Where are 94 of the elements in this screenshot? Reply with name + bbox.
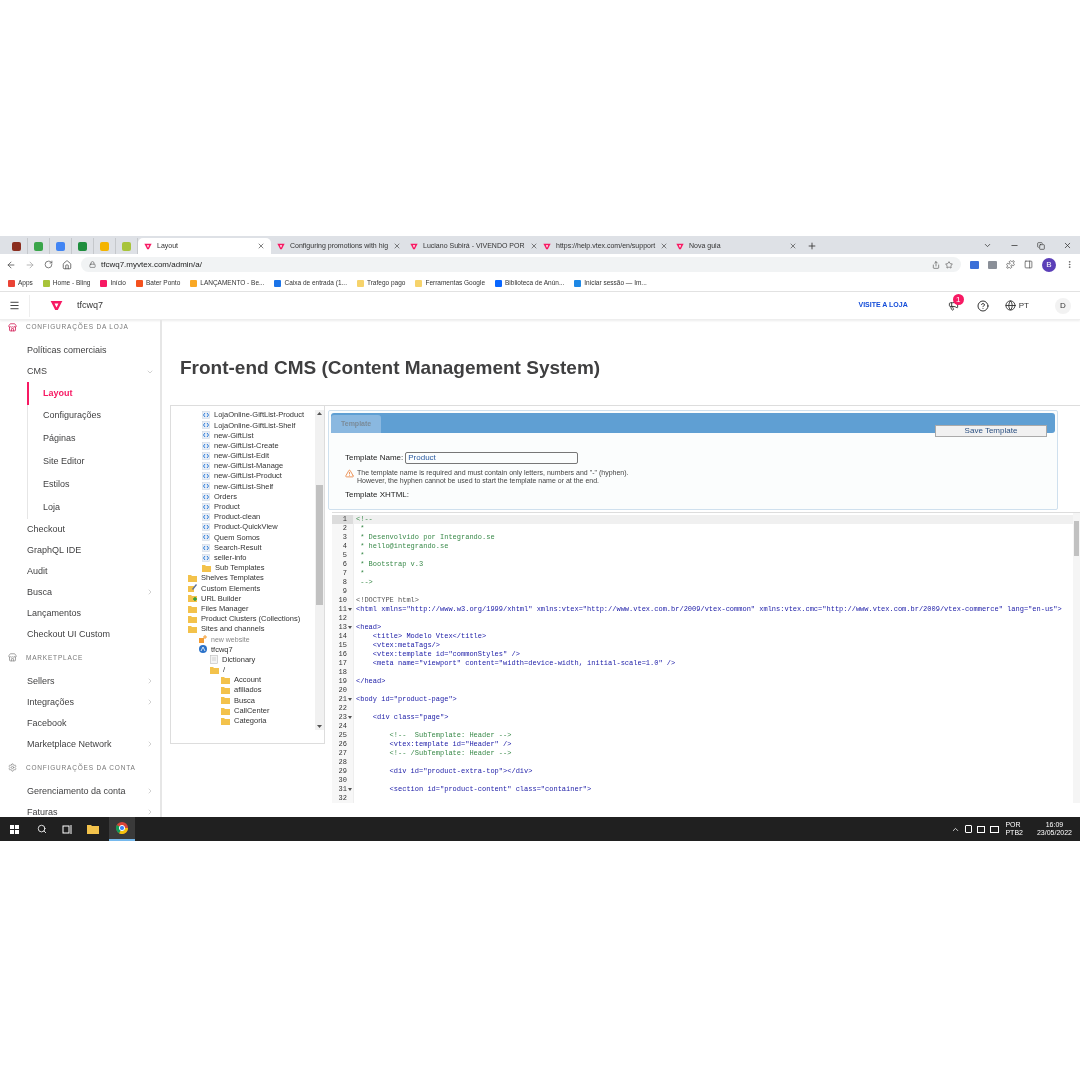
scrollbar[interactable] [1073,513,1080,803]
sidebar-item[interactable]: Gerenciamento da conta [0,780,160,802]
globe-icon [199,645,207,654]
search-icon[interactable] [37,824,47,834]
logo-icon [676,242,684,250]
settings-icon [8,763,17,773]
help-icon[interactable] [976,299,989,312]
browser-icon [116,822,128,834]
pencil-folder-icon [188,584,197,593]
sidebar-item[interactable]: CMS [0,361,160,382]
close-icon[interactable] [393,242,402,250]
sidebar-item[interactable]: Checkout UI Custom [0,623,160,645]
chevron-right-icon [146,740,154,749]
sidebar-subitem[interactable]: Layout [27,382,160,405]
sidebar-subitem[interactable]: Estilos [27,473,160,496]
logo-icon [277,242,285,250]
user-avatar[interactable]: D [1055,297,1071,314]
save-template-button[interactable]: Save Template [935,425,1047,437]
home-icon[interactable] [62,259,72,270]
sidebar-item[interactable]: Políticas comerciais [0,340,160,361]
sidebar-item[interactable]: Marketplace Network [0,733,160,755]
fold-arrow-icon[interactable] [348,788,352,791]
scrollbar[interactable] [315,410,324,730]
share-icon[interactable] [932,260,940,269]
document-icon [210,655,218,665]
close-icon[interactable] [257,242,265,250]
sidebar-item[interactable]: Busca [0,581,160,603]
sidebar-item[interactable]: GraphQL IDE [0,539,160,561]
sidebar-item[interactable]: Audit [0,560,160,582]
store-icon [8,322,17,332]
field-label: Template XHTML: [344,489,411,501]
windows-start-icon[interactable] [10,824,19,834]
bookmark-star-icon[interactable] [945,260,953,269]
pinned-tab-icon[interactable] [56,241,65,251]
sidebar-item[interactable]: Checkout [0,518,160,540]
page-title: Front-end CMS (Content Management System) [179,356,602,380]
address-bar[interactable]: tfcwq7.myvtex.com/admin/a/ [81,257,961,272]
fold-arrow-icon[interactable] [348,608,352,611]
chevron-right-icon [146,808,154,817]
sidebar-item[interactable]: Facebook [0,712,160,734]
field-label: Template Name: [345,452,404,464]
pinned-tab-icon[interactable] [12,241,21,251]
sidebar-subitem[interactable]: Configurações [27,404,160,428]
chevron-right-icon [146,787,154,796]
fold-arrow-icon[interactable] [348,698,352,701]
tab-search-icon[interactable] [983,241,992,250]
notification-badge: 1 [952,294,964,305]
logo-icon [144,242,152,250]
close-icon[interactable] [789,242,797,250]
scroll-up-icon [317,412,322,415]
fold-arrow-icon[interactable] [348,626,352,629]
back-icon[interactable] [6,259,16,270]
scroll-down-icon [317,725,322,728]
template-name-field[interactable]: Product [405,452,579,464]
logo-icon [543,242,551,250]
folder-plus-icon [188,594,197,603]
profile-avatar[interactable]: B [1042,257,1056,272]
logo-icon [50,300,63,311]
menu-icon[interactable] [9,300,20,311]
sidebar-item[interactable]: Faturas [0,801,160,817]
close-icon[interactable] [660,242,669,250]
sidebar-subitem[interactable]: Loja [27,496,160,519]
close-icon[interactable] [1063,241,1072,250]
more-icon[interactable] [1065,260,1074,269]
chevron-right-icon [146,698,154,707]
warning-icon [345,469,354,478]
network-icon[interactable] [990,825,1000,833]
taskbar-app[interactable] [109,817,135,841]
pinned-tab-icon[interactable] [78,241,87,251]
store-icon [8,653,17,663]
language-selector[interactable]: PT [1018,299,1029,312]
task-view-icon[interactable] [62,824,72,834]
megaphone-icon[interactable] [947,300,959,311]
lock-icon [89,261,96,268]
sparkle-icon [199,635,207,644]
side-panel-icon[interactable] [1024,260,1033,269]
chevron-right-icon [146,588,154,597]
restore-icon[interactable] [1037,242,1045,250]
close-icon[interactable] [529,242,538,250]
folder-icon[interactable] [87,824,99,834]
sidebar-item[interactable]: Lançamentos [0,602,160,624]
chevron-right-icon [146,677,154,686]
account-name: tfcwq7 [77,298,103,312]
globe-icon[interactable] [1004,300,1016,311]
sidebar-subitem[interactable]: Páginas [27,427,160,451]
sidebar-item[interactable]: Integrações [0,691,160,713]
extensions-icon[interactable] [1006,260,1015,269]
url-text: tfcwq7.myvtex.com/admin/a/ [101,258,202,271]
reload-icon[interactable] [44,260,53,269]
fold-arrow-icon[interactable] [348,716,352,719]
sidebar-subitem[interactable]: Site Editor [27,450,160,474]
new-tab-icon[interactable] [807,241,817,251]
logo-icon [410,242,418,250]
sidebar-item[interactable]: Sellers [0,670,160,692]
